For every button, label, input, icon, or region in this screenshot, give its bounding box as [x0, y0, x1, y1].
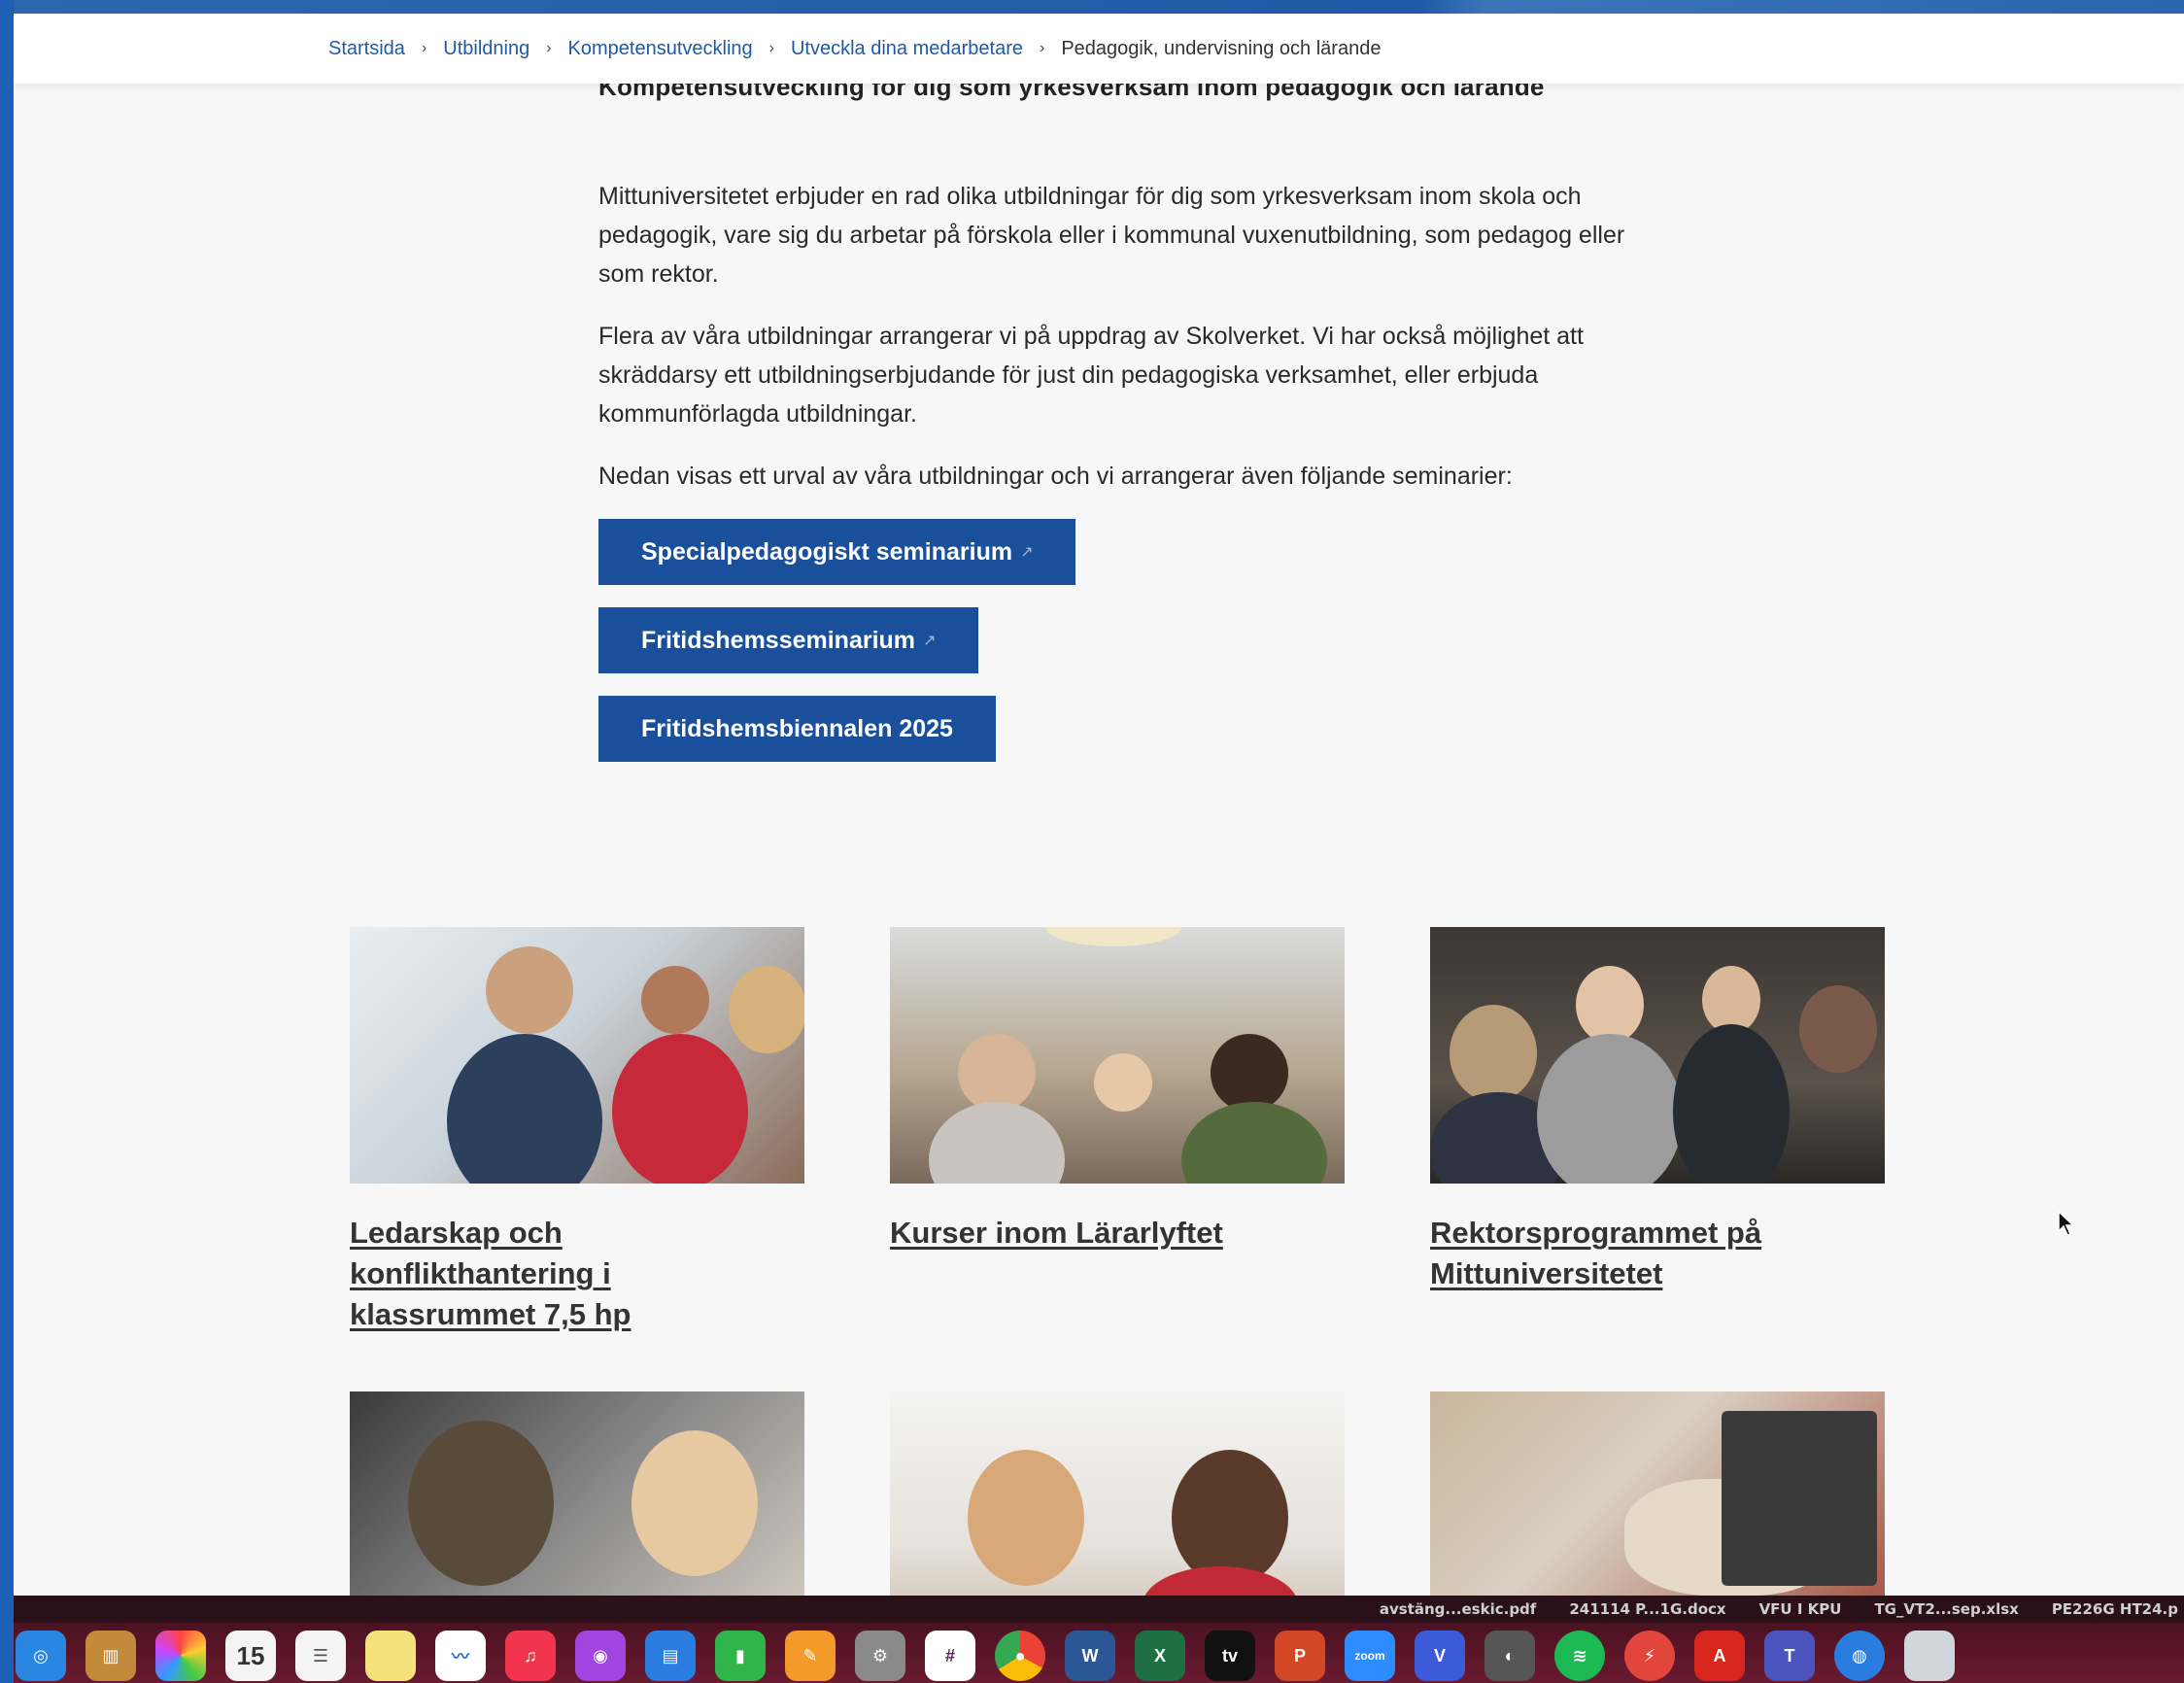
files-icon[interactable]: [1904, 1631, 1955, 1681]
intro-paragraph: Flera av våra utbildningar arrangerar vi…: [598, 323, 1584, 428]
mouse-cursor-icon: [2058, 1211, 2075, 1236]
remote-icon[interactable]: ⚡: [1624, 1631, 1675, 1681]
fritidshemsseminarium-button[interactable]: Fritidshemsseminarium ↗: [598, 607, 979, 673]
window-top-border: [0, 0, 2184, 14]
vpn-icon[interactable]: V: [1415, 1631, 1465, 1681]
external-link-icon: ↗: [1020, 544, 1034, 561]
dock-recent-files: avstäng...eskic.pdf 241114 P...1G.docx V…: [14, 1596, 2184, 1623]
card-image[interactable]: [890, 927, 1345, 1184]
chevron-right-icon: ›: [1040, 40, 1045, 56]
zoom-icon[interactable]: zoom: [1345, 1631, 1395, 1681]
fritidshemsbiennalen-button[interactable]: Fritidshemsbiennalen 2025: [598, 696, 996, 762]
breadcrumb-utbildning[interactable]: Utbildning: [443, 38, 529, 60]
safari-icon[interactable]: ◎: [16, 1631, 66, 1681]
appletv-icon[interactable]: tv: [1205, 1631, 1255, 1681]
dock-icons: ◎ ▥ 15 ☰ 〰 ♫ ◉ ▤ ▮ ✎ ⚙ # ● W X tv P zoom…: [14, 1631, 1955, 1681]
dock-file-label[interactable]: VFU I KPU: [1759, 1600, 1842, 1618]
card-row2-1[interactable]: [350, 1391, 804, 1596]
card-image[interactable]: [350, 1391, 804, 1596]
breadcrumb-current: Pedagogik, undervisning och lärande: [1061, 37, 1382, 59]
macos-dock: avstäng...eskic.pdf 241114 P...1G.docx V…: [14, 1596, 2184, 1683]
keynote-icon[interactable]: ▤: [645, 1631, 696, 1681]
breadcrumb-startsida[interactable]: Startsida: [328, 38, 405, 60]
chevron-right-icon: ›: [421, 40, 427, 56]
specialpedagogiskt-seminarium-button[interactable]: Specialpedagogiskt seminarium ↗: [598, 519, 1076, 585]
freeform-icon[interactable]: 〰: [435, 1631, 486, 1681]
globe-icon[interactable]: ◍: [1834, 1631, 1885, 1681]
card-rektorsprogrammet[interactable]: Rektorsprogrammet på Mittuniversitetet: [1430, 927, 1885, 1294]
browser-viewport[interactable]: Startsida › Utbildning › Kompetensutveck…: [14, 14, 2184, 1596]
settings-icon[interactable]: ⚙: [855, 1631, 905, 1681]
card-row2-3[interactable]: [1430, 1391, 1885, 1596]
intro-paragraph: Nedan visas ett urval av våra utbildning…: [598, 463, 1513, 490]
breadcrumb-kompetensutveckling[interactable]: Kompetensutveckling: [568, 38, 753, 60]
intro-content: Mittuniversitetet erbjuder en rad olika …: [598, 177, 1648, 784]
dock-file-label[interactable]: 241114 P...1G.docx: [1569, 1600, 1725, 1618]
notes-icon[interactable]: [365, 1631, 416, 1681]
pages-icon[interactable]: ✎: [785, 1631, 836, 1681]
card-image[interactable]: [350, 927, 804, 1184]
card-row2-2[interactable]: [890, 1391, 1345, 1596]
card-ledarskap[interactable]: Ledarskap och konflikthantering i klassr…: [350, 927, 804, 1335]
powerpoint-icon[interactable]: P: [1275, 1631, 1325, 1681]
preview-icon[interactable]: ◐: [1484, 1631, 1535, 1681]
external-link-icon: ↗: [923, 633, 937, 649]
card-image[interactable]: [1430, 1391, 1885, 1596]
card-image[interactable]: [890, 1391, 1345, 1596]
button-label: Fritidshemsseminarium: [641, 626, 916, 654]
button-label: Specialpedagogiskt seminarium: [641, 537, 1013, 566]
card-title[interactable]: Ledarskap och konflikthantering i klassr…: [350, 1213, 804, 1335]
chrome-icon[interactable]: ●: [995, 1631, 1045, 1681]
music-icon[interactable]: ♫: [505, 1631, 556, 1681]
word-icon[interactable]: W: [1065, 1631, 1115, 1681]
podcasts-icon[interactable]: ◉: [575, 1631, 626, 1681]
card-title[interactable]: Kurser inom Lärarlyftet: [890, 1213, 1345, 1254]
teams-icon[interactable]: T: [1764, 1631, 1815, 1681]
spotify-icon[interactable]: ≋: [1554, 1631, 1605, 1681]
card-image[interactable]: [1430, 927, 1885, 1184]
button-label: Fritidshemsbiennalen 2025: [641, 714, 953, 742]
window-left-border: [0, 0, 14, 1683]
card-title[interactable]: Rektorsprogrammet på Mittuniversitetet: [1430, 1213, 1885, 1294]
excel-icon[interactable]: X: [1135, 1631, 1185, 1681]
dock-file-label[interactable]: PE226G HT24.p: [2052, 1600, 2178, 1618]
intro-paragraph: Mittuniversitetet erbjuder en rad olika …: [598, 183, 1625, 288]
dock-file-label[interactable]: TG_VT2...sep.xlsx: [1874, 1600, 2018, 1618]
breadcrumb-utveckla-medarbetare[interactable]: Utveckla dina medarbetare: [791, 38, 1023, 60]
chevron-right-icon: ›: [546, 40, 552, 56]
slack-icon[interactable]: #: [925, 1631, 975, 1681]
dock-file-label[interactable]: avstäng...eskic.pdf: [1380, 1600, 1536, 1618]
breadcrumb: Startsida › Utbildning › Kompetensutveck…: [14, 14, 2184, 84]
calendar-icon[interactable]: 15: [225, 1631, 276, 1681]
finder-icon[interactable]: ▥: [85, 1631, 136, 1681]
photos-icon[interactable]: [155, 1631, 206, 1681]
chevron-right-icon: ›: [768, 40, 774, 56]
card-lararlyftet[interactable]: Kurser inom Lärarlyftet: [890, 927, 1345, 1254]
numbers-icon[interactable]: ▮: [715, 1631, 766, 1681]
acrobat-icon[interactable]: A: [1694, 1631, 1745, 1681]
reminders-icon[interactable]: ☰: [295, 1631, 346, 1681]
